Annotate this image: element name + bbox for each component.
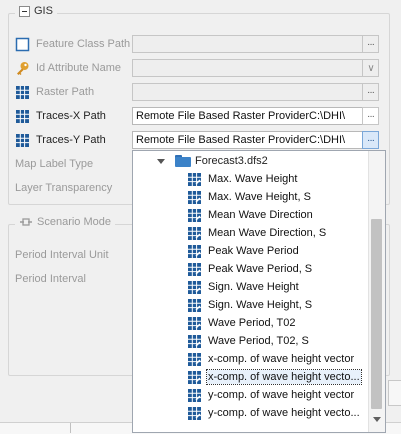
feature-class-path-field[interactable] — [132, 35, 366, 53]
traces-x-path-row: Traces-X Path — [15, 106, 106, 126]
grid-icon — [16, 133, 29, 147]
tree-item-label: Max. Wave Height — [208, 173, 298, 185]
feature-class-path-browse-button[interactable]: ··· — [362, 35, 379, 53]
raster-path-field[interactable] — [132, 83, 366, 101]
grid-item-icon — [188, 370, 201, 384]
dropdown-scrollbar[interactable] — [368, 151, 385, 432]
grid-item-icon — [188, 226, 201, 240]
grid-item-icon — [188, 334, 201, 348]
grid-item-icon — [188, 244, 201, 258]
raster-path-browse-button[interactable]: ··· — [362, 83, 379, 101]
tree-item-label: Mean Wave Direction — [208, 209, 313, 221]
traces-y-path-row: Traces-Y Path — [15, 130, 106, 150]
tree-item-label: Mean Wave Direction, S — [208, 227, 327, 239]
tree-item[interactable]: Wave Period, T02 — [187, 314, 373, 332]
tree-item[interactable]: x-comp. of wave height vector — [187, 350, 373, 368]
grid-item-icon — [188, 352, 201, 366]
raster-path-row: Raster Path — [15, 82, 94, 102]
grid-icon — [16, 85, 29, 99]
tree-item-label: Wave Period, T02, S — [208, 335, 309, 347]
bottom-divider — [70, 423, 71, 433]
scenario-mode-title: Scenario Mode — [37, 216, 111, 228]
raster-item-dropdown[interactable]: Forecast3.dfs2 Max. Wave Height Max. Wave… — [132, 150, 386, 433]
period-interval-unit-label: Period Interval Unit — [15, 249, 109, 261]
tree-item[interactable]: Max. Wave Height, S — [187, 188, 373, 206]
tree-root-node[interactable]: Forecast3.dfs2 — [157, 153, 268, 169]
grid-item-icon — [188, 208, 201, 222]
map-label-type-label: Map Label Type — [15, 158, 94, 170]
grid-item-icon — [188, 406, 201, 420]
tree-item[interactable]: Sign. Wave Height, S — [187, 296, 373, 314]
scenario-mode-header[interactable]: Scenario Mode — [15, 216, 115, 228]
id-attribute-name-row: Id Attribute Name — [15, 58, 121, 78]
tree-item-label: Wave Period, T02 — [208, 317, 296, 329]
tree-item[interactable]: y-comp. of wave height vector — [187, 386, 373, 404]
scroll-down-arrow-icon[interactable] — [373, 417, 381, 422]
side-button[interactable] — [388, 380, 401, 406]
tree-item[interactable]: Peak Wave Period — [187, 242, 373, 260]
folder-icon — [175, 155, 191, 167]
grid-icon — [16, 109, 29, 123]
id-attribute-name-select[interactable] — [132, 59, 366, 77]
gis-group-header[interactable]: GIS — [15, 5, 57, 17]
feature-class-path-label: Feature Class Path — [36, 38, 131, 50]
tree-item[interactable]: Mean Wave Direction, S — [187, 224, 373, 242]
tree-item-label: x-comp. of wave height vector — [208, 353, 355, 365]
raster-path-label: Raster Path — [36, 86, 95, 98]
period-interval-label: Period Interval — [15, 273, 86, 285]
tree-item-label: Peak Wave Period, S — [208, 263, 313, 275]
map-label-type-row: Map Label Type — [15, 154, 93, 174]
chevron-down-icon[interactable]: ∨ — [362, 59, 379, 77]
tree-item[interactable]: Peak Wave Period, S — [187, 260, 373, 278]
gis-group-title: GIS — [34, 5, 53, 17]
tree-item[interactable]: Sign. Wave Height — [187, 278, 373, 296]
tree-item-label: Sign. Wave Height, S — [208, 299, 313, 311]
grid-item-icon — [188, 190, 201, 204]
layer-transparency-label: Layer Transparency — [15, 182, 113, 194]
traces-y-path-field[interactable]: Remote File Based Raster ProviderC:\DHI\… — [132, 131, 366, 149]
tree-item-label: y-comp. of wave height vector — [208, 389, 355, 401]
key-icon — [17, 61, 29, 75]
tree-item-label: Peak Wave Period — [208, 245, 299, 257]
tree-item[interactable]: Mean Wave Direction — [187, 206, 373, 224]
traces-y-path-browse-button[interactable]: ··· — [362, 131, 379, 149]
id-attribute-name-label: Id Attribute Name — [36, 62, 121, 74]
traces-x-path-label: Traces-X Path — [36, 110, 106, 122]
traces-y-path-label: Traces-Y Path — [36, 134, 106, 146]
square-outline-icon — [15, 37, 30, 51]
grid-item-icon — [188, 262, 201, 276]
grid-item-icon — [188, 316, 201, 330]
tree-item-label: x-comp. of wave height vecto... — [206, 369, 362, 385]
tree-item-label: y-comp. of wave height vecto... — [208, 407, 360, 419]
tree-item[interactable]: Max. Wave Height — [187, 170, 373, 188]
tree-item[interactable]: y-comp. of wave height vecto... — [187, 404, 373, 422]
period-interval-row: Period Interval — [15, 269, 86, 289]
tree-item-label: Max. Wave Height, S — [208, 191, 311, 203]
scrollbar-thumb[interactable] — [371, 219, 382, 409]
grid-item-icon — [188, 172, 201, 186]
collapse-icon[interactable] — [19, 5, 30, 17]
period-interval-unit-row: Period Interval Unit — [15, 245, 109, 265]
grid-item-icon — [188, 298, 201, 312]
traces-x-path-field[interactable]: Remote File Based Raster ProviderC:\DHI\… — [132, 107, 366, 125]
feature-class-path-row: Feature Class Path — [15, 34, 130, 54]
expand-triangle-icon[interactable] — [157, 158, 165, 164]
layer-transparency-row: Layer Transparency — [15, 178, 112, 198]
tree-item-label: Sign. Wave Height — [208, 281, 299, 293]
traces-x-path-browse-button[interactable]: ··· — [362, 107, 379, 125]
grid-item-icon — [188, 388, 201, 402]
tree-root-label: Forecast3.dfs2 — [195, 155, 268, 167]
tree-item[interactable]: Wave Period, T02, S — [187, 332, 373, 350]
tree-item[interactable]: x-comp. of wave height vecto... — [187, 368, 373, 386]
grid-item-icon — [188, 280, 201, 294]
link-icon — [20, 218, 32, 226]
